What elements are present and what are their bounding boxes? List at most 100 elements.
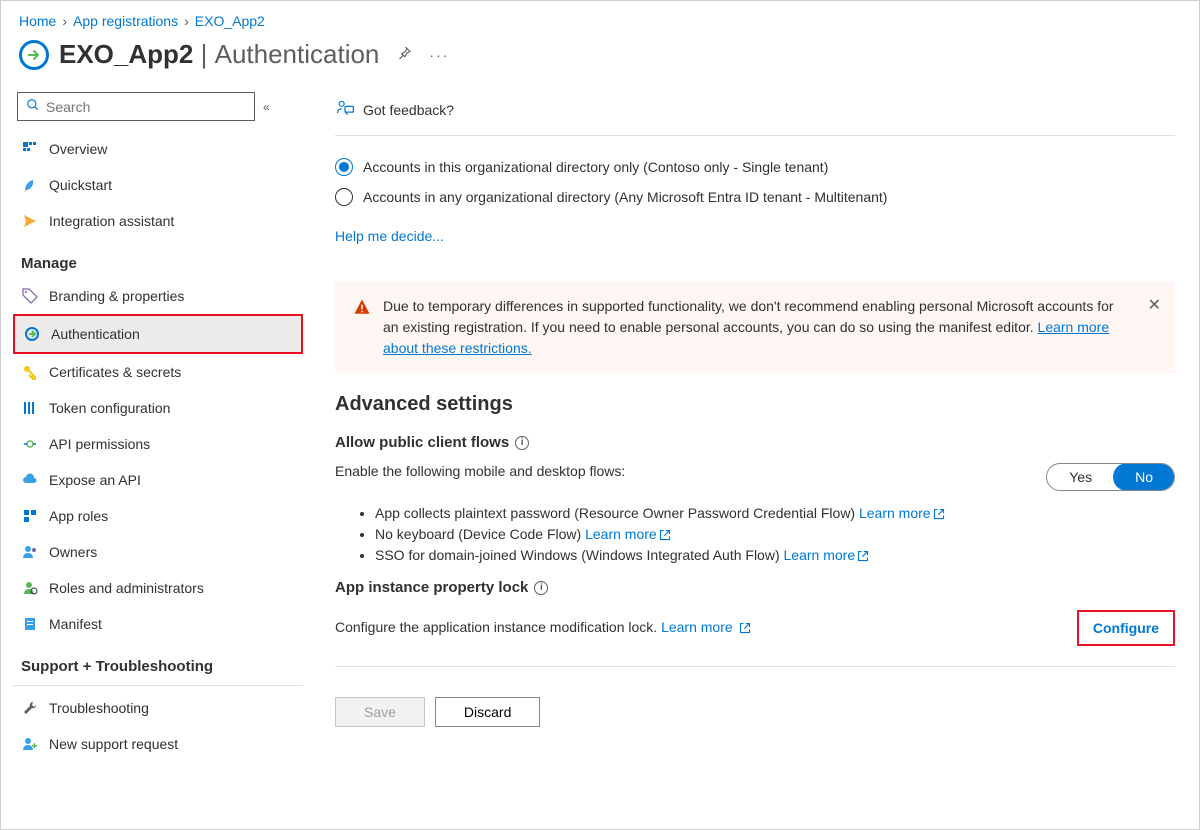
radio-multi-tenant[interactable] <box>335 188 353 206</box>
breadcrumb: Home › App registrations › EXO_App2 <box>1 1 1199 35</box>
save-button[interactable]: Save <box>335 697 425 727</box>
learn-more-link[interactable]: Learn more <box>661 619 733 635</box>
sidebar-section-support: Support + Troubleshooting <box>13 642 303 681</box>
page-header: EXO_App2 | Authentication ··· <box>1 35 1199 88</box>
toggle-yes[interactable]: Yes <box>1047 464 1114 490</box>
sidebar-item-label: Token configuration <box>49 400 170 416</box>
sidebar-item-label: Troubleshooting <box>49 700 149 716</box>
list-item: No keyboard (Device Code Flow) Learn mor… <box>375 526 1175 544</box>
list-item: SSO for domain-joined Windows (Windows I… <box>375 547 1175 565</box>
sidebar-item-label: Manifest <box>49 616 102 632</box>
sidebar-item-label: Certificates & secrets <box>49 364 181 380</box>
sidebar-item-label: Branding & properties <box>49 288 184 304</box>
breadcrumb-home[interactable]: Home <box>19 13 56 29</box>
info-icon[interactable]: i <box>534 581 548 595</box>
sidebar-item-branding[interactable]: Branding & properties <box>13 278 303 314</box>
search-icon <box>26 98 40 115</box>
page-title: EXO_App2 | Authentication <box>59 39 379 70</box>
external-link-icon <box>933 507 945 523</box>
sidebar-item-quickstart[interactable]: Quickstart <box>13 167 303 203</box>
warning-banner: Due to temporary differences in supporte… <box>335 282 1175 373</box>
instance-lock-description: Configure the application instance modif… <box>335 619 751 637</box>
sidebar-item-owners[interactable]: Owners <box>13 534 303 570</box>
sidebar-item-troubleshooting[interactable]: Troubleshooting <box>13 690 303 726</box>
sidebar-item-roles-admins[interactable]: Roles and administrators <box>13 570 303 606</box>
sidebar: « Overview Quickstart Integration assist… <box>1 88 311 808</box>
sidebar-item-expose-api[interactable]: Expose an API <box>13 462 303 498</box>
sidebar-item-api-permissions[interactable]: API permissions <box>13 426 303 462</box>
key-icon <box>21 363 39 381</box>
sidebar-item-label: Authentication <box>51 326 140 342</box>
warning-icon <box>353 298 371 359</box>
external-link-icon <box>659 528 671 544</box>
toggle-no[interactable]: No <box>1113 463 1175 491</box>
breadcrumb-current[interactable]: EXO_App2 <box>195 13 265 29</box>
sidebar-item-label: Roles and administrators <box>49 580 204 596</box>
sidebar-item-new-support[interactable]: New support request <box>13 726 303 762</box>
learn-more-link[interactable]: Learn more <box>784 547 856 563</box>
sidebar-item-label: Expose an API <box>49 472 141 488</box>
learn-more-link[interactable]: Learn more <box>585 526 657 542</box>
feedback-button[interactable]: Got feedback? <box>335 88 1175 136</box>
sidebar-item-manifest[interactable]: Manifest <box>13 606 303 642</box>
radio-label: Accounts in this organizational director… <box>363 159 828 175</box>
tag-icon <box>21 287 39 305</box>
grid-icon <box>21 140 39 158</box>
help-me-decide-link[interactable]: Help me decide... <box>335 208 1175 254</box>
instance-lock-header: App instance property lock i <box>335 579 1175 596</box>
manifest-icon <box>21 615 39 633</box>
support-icon <box>21 735 39 753</box>
discard-button[interactable]: Discard <box>435 697 540 727</box>
sidebar-item-app-roles[interactable]: App roles <box>13 498 303 534</box>
sidebar-item-label: Overview <box>49 141 107 157</box>
flows-list: App collects plaintext password (Resourc… <box>375 505 1175 565</box>
public-flows-header: Allow public client flows i <box>335 434 1175 451</box>
sidebar-item-label: Quickstart <box>49 177 112 193</box>
api-icon <box>21 435 39 453</box>
sidebar-item-label: Integration assistant <box>49 213 174 229</box>
wrench-icon <box>21 699 39 717</box>
external-link-icon <box>739 621 751 637</box>
owners-icon <box>21 543 39 561</box>
admin-icon <box>21 579 39 597</box>
more-icon[interactable]: ··· <box>429 47 449 63</box>
rocket-icon <box>21 176 39 194</box>
token-icon <box>21 399 39 417</box>
learn-more-link[interactable]: Learn more <box>859 505 931 521</box>
sidebar-item-integration-assistant[interactable]: Integration assistant <box>13 203 303 239</box>
chevron-right-icon: › <box>184 13 189 29</box>
search-input[interactable] <box>17 92 255 121</box>
close-icon[interactable]: ✕ <box>1148 294 1161 318</box>
roles-icon <box>21 507 39 525</box>
list-item: App collects plaintext password (Resourc… <box>375 505 1175 523</box>
feedback-icon <box>335 98 355 121</box>
breadcrumb-app-registrations[interactable]: App registrations <box>73 13 178 29</box>
app-auth-icon <box>19 40 49 70</box>
cloud-icon <box>21 471 39 489</box>
sidebar-item-label: New support request <box>49 736 178 752</box>
sidebar-item-label: API permissions <box>49 436 150 452</box>
radio-single-tenant[interactable] <box>335 158 353 176</box>
public-flows-toggle[interactable]: Yes No <box>1046 463 1175 491</box>
divider <box>335 666 1175 667</box>
assist-icon <box>21 212 39 230</box>
info-icon[interactable]: i <box>515 436 529 450</box>
auth-icon <box>23 325 41 343</box>
sidebar-item-token-config[interactable]: Token configuration <box>13 390 303 426</box>
pin-icon[interactable] <box>395 44 413 65</box>
radio-label: Accounts in any organizational directory… <box>363 189 887 205</box>
sidebar-item-certificates[interactable]: Certificates & secrets <box>13 354 303 390</box>
configure-button[interactable]: Configure <box>1077 610 1175 646</box>
sidebar-section-manage: Manage <box>13 239 303 278</box>
collapse-sidebar-icon[interactable]: « <box>263 100 270 114</box>
sidebar-item-label: Owners <box>49 544 97 560</box>
sidebar-item-overview[interactable]: Overview <box>13 131 303 167</box>
external-link-icon <box>857 549 869 565</box>
sidebar-item-label: App roles <box>49 508 108 524</box>
main-content: Got feedback? Accounts in this organizat… <box>311 88 1199 808</box>
public-flows-intro: Enable the following mobile and desktop … <box>335 463 625 479</box>
chevron-right-icon: › <box>62 13 67 29</box>
advanced-settings-header: Advanced settings <box>335 393 1175 416</box>
sidebar-item-authentication[interactable]: Authentication <box>13 314 303 354</box>
divider <box>13 685 303 686</box>
